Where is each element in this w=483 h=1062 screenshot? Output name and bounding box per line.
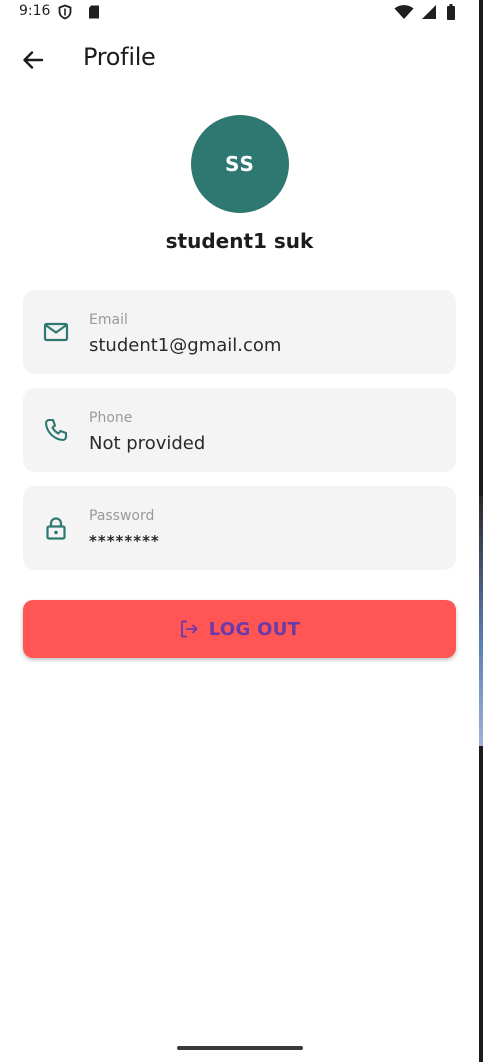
lock-icon xyxy=(46,517,66,540)
user-name: student1 suk xyxy=(165,229,314,253)
password-value: ******** xyxy=(89,532,160,550)
arrow-left-icon xyxy=(23,51,44,69)
sd-card-icon xyxy=(89,5,100,19)
gesture-navigation-bar[interactable] xyxy=(177,1046,303,1050)
status-right-icons xyxy=(394,4,456,24)
status-time: 9:16 xyxy=(19,3,51,19)
logout-label: LOG OUT xyxy=(208,618,301,640)
email-label: Email xyxy=(89,312,128,328)
password-label: Password xyxy=(89,508,155,524)
wifi-icon xyxy=(394,5,414,19)
phone-card: Phone Not provided xyxy=(23,388,456,472)
phone-icon xyxy=(44,418,68,442)
mail-icon xyxy=(43,322,69,342)
phone-label: Phone xyxy=(89,410,133,426)
cell-signal-icon xyxy=(422,5,437,19)
back-button[interactable] xyxy=(16,43,50,77)
shield-icon xyxy=(58,4,72,20)
screen-edge xyxy=(479,0,483,1062)
logout-button[interactable]: LOG OUT xyxy=(23,600,456,658)
phone-value: Not provided xyxy=(89,433,206,454)
avatar-initials: SS xyxy=(225,152,255,176)
status-left-icons xyxy=(57,4,102,24)
status-bar: 9:16 xyxy=(0,0,479,24)
battery-icon xyxy=(447,4,456,20)
email-card: Email student1@gmail.com xyxy=(23,290,456,374)
page-title: Profile xyxy=(83,43,156,71)
logout-icon xyxy=(180,620,198,638)
profile-screen: 9:16 Profile SS student1 suk Email stude… xyxy=(0,0,479,1062)
screen-edge-accent xyxy=(479,496,483,746)
avatar: SS xyxy=(191,115,289,213)
password-card: Password ******** xyxy=(23,486,456,570)
email-value: student1@gmail.com xyxy=(89,335,282,356)
